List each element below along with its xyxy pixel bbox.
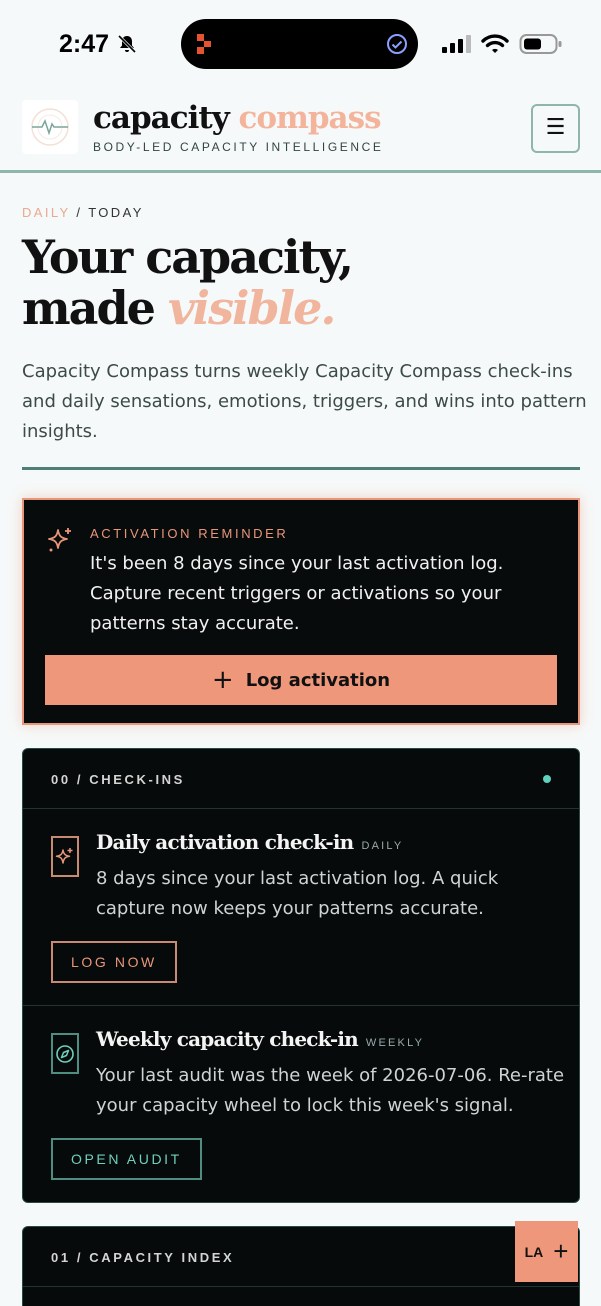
menu-button[interactable]: ☰ — [531, 104, 580, 153]
capacity-index-title: 01 / CAPACITY INDEX — [51, 1250, 235, 1265]
brand-tagline: BODY-LED CAPACITY INTELLIGENCE — [93, 140, 384, 154]
status-dot — [543, 775, 551, 783]
checkin-body: 8 days since your last activation log. A… — [96, 868, 499, 919]
reminder-kicker: ACTIVATION REMINDER — [90, 526, 289, 541]
sparkle-icon — [51, 836, 79, 877]
checkin-tag: WEEKLY — [365, 1037, 425, 1049]
activation-reminder-card: ACTIVATION REMINDER It's been 8 days sin… — [22, 498, 580, 725]
brand-accent: compass — [238, 100, 382, 136]
capacity-index-card: 01 / CAPACITY INDEX — [22, 1226, 580, 1306]
floating-action-button[interactable]: LA + — [515, 1221, 578, 1282]
brand-main: capacity — [93, 100, 230, 136]
battery-icon — [519, 33, 563, 59]
list-item: Daily activation check-in DAILY 8 days si… — [23, 809, 579, 1006]
checkin-title: Daily activation check-in DAILY — [96, 830, 403, 854]
reminder-body: It's been 8 days since your last activat… — [90, 553, 504, 634]
breadcrumb-page: TODAY — [88, 205, 144, 220]
plus-icon: + — [553, 1236, 569, 1266]
signal-icon — [442, 35, 472, 57]
bell-muted-icon — [116, 33, 138, 59]
divider — [22, 467, 580, 470]
checkin-title-text: Daily activation check-in — [96, 830, 354, 854]
plus-icon: + — [211, 665, 234, 695]
brand-name: capacity compass — [93, 100, 382, 136]
page-title: Your capacity, made visible. — [22, 230, 354, 335]
checkmark-icon — [386, 33, 408, 59]
list-item: Weekly capacity check-in WEEKLY Your last… — [23, 1006, 579, 1202]
sparkle-icon — [46, 526, 74, 558]
breadcrumb: DAILY / TODAY — [22, 205, 144, 220]
title-accent: visible. — [167, 281, 336, 335]
fab-label: LA — [524, 1243, 544, 1260]
logo[interactable] — [22, 100, 78, 154]
checkins-header: 00 / CHECK-INS — [23, 749, 579, 809]
log-activation-label: Log activation — [245, 669, 391, 691]
checkin-title-text: Weekly capacity check-in — [96, 1027, 359, 1051]
capacity-index-header: 01 / CAPACITY INDEX — [23, 1227, 579, 1287]
app-icon — [195, 33, 215, 59]
open-audit-button[interactable]: OPEN AUDIT — [51, 1138, 202, 1180]
dynamic-island — [181, 19, 418, 69]
checkins-title: 00 / CHECK-INS — [51, 772, 185, 787]
intro-text: Capacity Compass turns weekly Capacity C… — [22, 361, 587, 442]
title-line-2: made — [22, 281, 156, 335]
compass-icon — [51, 1033, 79, 1074]
checkin-body: Your last audit was the week of 2026-07-… — [96, 1065, 565, 1116]
breadcrumb-separator: / — [76, 205, 83, 220]
title-line-1: Your capacity, — [22, 230, 354, 284]
breadcrumb-section[interactable]: DAILY — [22, 205, 70, 220]
app-header: capacity compass BODY-LED CAPACITY INTEL… — [0, 90, 601, 173]
checkins-card: 00 / CHECK-INS Daily activation check-in… — [22, 748, 580, 1203]
log-activation-button[interactable]: + Log activation — [45, 655, 557, 705]
wifi-icon — [481, 33, 509, 59]
checkin-tag: DAILY — [361, 840, 404, 852]
log-now-button[interactable]: LOG NOW — [51, 941, 177, 983]
checkin-title: Weekly capacity check-in WEEKLY — [96, 1027, 424, 1051]
hamburger-icon: ☰ — [545, 115, 566, 140]
status-bar: 2:47 — [0, 0, 601, 90]
status-time: 2:47 — [59, 30, 110, 58]
